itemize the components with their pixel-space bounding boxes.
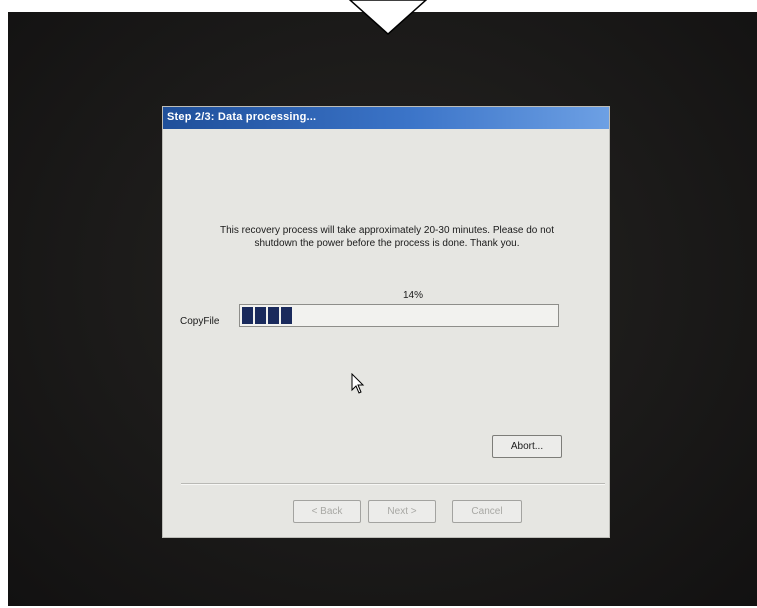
monitor-screen: Step 2/3: Data processing... This recove… bbox=[8, 12, 757, 606]
progress-bar bbox=[239, 304, 559, 327]
progress-segment bbox=[242, 307, 253, 324]
message-line-1: This recovery process will take approxim… bbox=[219, 225, 555, 236]
separator bbox=[181, 483, 605, 485]
progress-segment bbox=[255, 307, 266, 324]
back-button[interactable]: < Back bbox=[293, 500, 361, 523]
progress-label: CopyFile bbox=[180, 316, 220, 327]
photo-background: Step 2/3: Data processing... This recove… bbox=[0, 0, 757, 608]
recovery-wizard-dialog: Step 2/3: Data processing... This recove… bbox=[163, 107, 609, 537]
title-bar: Step 2/3: Data processing... bbox=[163, 107, 609, 129]
cancel-button[interactable]: Cancel bbox=[452, 500, 522, 523]
progress-segment bbox=[268, 307, 279, 324]
next-button[interactable]: Next > bbox=[368, 500, 436, 523]
progress-percent: 14% bbox=[402, 290, 423, 301]
down-triangle-icon bbox=[348, 0, 428, 36]
progress-segment bbox=[281, 307, 292, 324]
mouse-pointer-icon bbox=[351, 373, 365, 394]
abort-button[interactable]: Abort... bbox=[492, 435, 562, 458]
dialog-title: Step 2/3: Data processing... bbox=[167, 111, 317, 123]
progress-fill bbox=[242, 307, 292, 324]
recovery-message: This recovery process will take approxim… bbox=[187, 224, 587, 250]
message-line-2: shutdown the power before the process is… bbox=[254, 238, 520, 249]
